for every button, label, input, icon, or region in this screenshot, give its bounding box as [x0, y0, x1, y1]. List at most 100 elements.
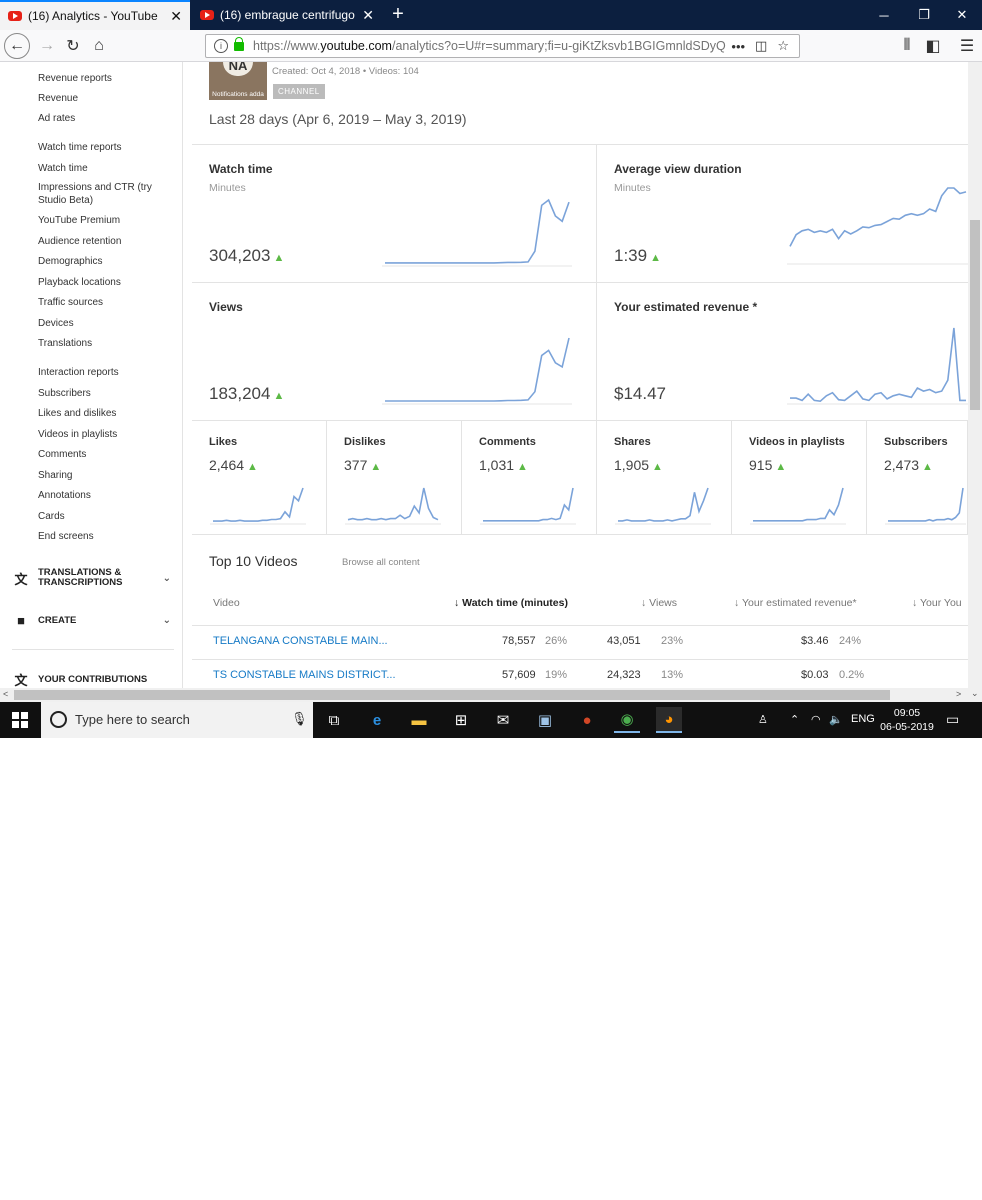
windows-start-icon[interactable]	[12, 712, 28, 728]
sidebar-item[interactable]: Devices	[38, 317, 168, 330]
mini-card-likes[interactable]: Likes 2,464 ▲	[192, 420, 327, 534]
mini-card-subscribers[interactable]: Subscribers 2,473 ▲	[867, 420, 968, 534]
app-icon[interactable]: ▣	[532, 707, 558, 733]
microphone-icon[interactable]: 🎙	[291, 711, 308, 727]
info-icon[interactable]: i	[214, 39, 228, 53]
url-bar[interactable]: i https://www.youtube.com/analytics?o=U#…	[205, 34, 800, 58]
notifications-icon[interactable]: ▭	[946, 711, 959, 728]
close-tab-icon[interactable]: ✕	[362, 7, 374, 24]
url-text[interactable]: https://www.youtube.com/analytics?o=U#r=…	[253, 39, 731, 53]
scroll-thumb[interactable]	[970, 220, 980, 410]
sidebar-section-contributions[interactable]: 文 YOUR CONTRIBUTIONS	[12, 671, 177, 688]
close-window-button[interactable]: ✕	[940, 0, 982, 30]
new-tab-button[interactable]: +	[388, 3, 408, 26]
browse-all-link[interactable]: Browse all content	[342, 557, 420, 568]
people-icon[interactable]: ♙	[758, 713, 768, 726]
tab-embrague[interactable]: (16) embrague centrifugo casero ✕	[192, 0, 382, 30]
chrome-icon[interactable]: ◉	[614, 707, 640, 733]
taskbar-search[interactable]: Type here to search 🎙	[41, 702, 313, 738]
card-avg-view-duration[interactable]: Average view duration Minutes 1:39 ▲	[597, 144, 968, 282]
sidebar-section-translations[interactable]: 文 TRANSLATIONS & TRANSCRIPTIONS ⌄	[12, 568, 177, 588]
volume-icon[interactable]: 🔈	[829, 713, 843, 726]
close-tab-icon[interactable]: ✕	[170, 8, 182, 25]
sidebar-item[interactable]: Audience retention	[38, 235, 168, 248]
sidebar-item[interactable]: YouTube Premium	[38, 214, 168, 227]
firefox-icon[interactable]: ◕	[656, 707, 682, 733]
library-icon[interactable]: ⫴	[894, 33, 920, 59]
card-views[interactable]: Views 183,204 ▲	[192, 282, 597, 420]
sidebar-item[interactable]: Comments	[38, 448, 168, 461]
page-actions-icon[interactable]: •••	[731, 39, 745, 54]
mini-card-label: Likes	[209, 436, 238, 448]
card-watch-time[interactable]: Watch time Minutes 304,203 ▲	[192, 144, 597, 282]
watch-time-cell: 57,609	[502, 669, 536, 681]
file-explorer-icon[interactable]: ▬	[406, 707, 432, 733]
column-more[interactable]: ↓ Your You	[912, 597, 962, 609]
taskbar-clock[interactable]: 09:05 06-05-2019	[880, 706, 934, 734]
tab-label: (16) embrague centrifugo casero	[220, 8, 356, 22]
sidebar-group-heading[interactable]: Revenue reports	[38, 72, 168, 85]
sidebar-item[interactable]: Likes and dislikes	[38, 407, 168, 420]
sidebar-item[interactable]: Playback locations	[38, 276, 168, 289]
sidebar-item[interactable]: Ad rates	[38, 112, 168, 125]
home-icon[interactable]: ⌂	[86, 33, 112, 59]
pocket-icon[interactable]: ◫	[755, 38, 767, 54]
card-title: Your estimated revenue *	[614, 300, 758, 314]
sidebar-item[interactable]: Sharing	[38, 469, 168, 482]
video-title-link[interactable]: TS CONSTABLE MAINS DISTRICT...	[213, 669, 396, 681]
scroll-right-icon[interactable]: >	[956, 689, 961, 699]
tab-analytics[interactable]: (16) Analytics - YouTube ✕	[0, 0, 190, 30]
sidebar-item[interactable]: Subscribers	[38, 387, 168, 400]
sidebar-item[interactable]: Cards	[38, 510, 168, 523]
chevron-down-icon[interactable]: ⌄	[163, 615, 171, 626]
sidebar-item[interactable]: Revenue	[38, 92, 168, 105]
mini-card-shares[interactable]: Shares 1,905 ▲	[597, 420, 732, 534]
sidebar-group-heading[interactable]: Watch time reports	[38, 141, 168, 154]
sidebar-item[interactable]: Videos in playlists	[38, 428, 168, 441]
column-watch-time[interactable]: ↓ Watch time (minutes)	[454, 597, 568, 609]
wifi-icon[interactable]: ◠	[811, 713, 821, 726]
column-views[interactable]: ↓ Views	[641, 597, 677, 609]
chevron-down-icon[interactable]: ⌄	[163, 573, 171, 584]
sparkline-series	[385, 337, 570, 402]
forward-button[interactable]: →	[34, 33, 60, 59]
sidebar-toggle-icon[interactable]: ◧	[920, 33, 946, 59]
sidebar-item[interactable]: End screens	[38, 530, 168, 543]
scroll-down-icon[interactable]: ⌄	[971, 688, 979, 699]
horizontal-scrollbar[interactable]: < >	[0, 688, 968, 702]
video-title-link[interactable]: TELANGANA CONSTABLE MAIN...	[213, 635, 388, 647]
reload-button[interactable]: ↻	[60, 33, 86, 59]
task-view-icon[interactable]: ⧉	[321, 707, 347, 733]
card-revenue[interactable]: Your estimated revenue * $14.47	[597, 282, 968, 420]
vertical-scrollbar[interactable]	[968, 62, 982, 688]
store-icon[interactable]: ⊞	[448, 707, 474, 733]
bookmark-star-icon[interactable]: ☆	[777, 38, 789, 54]
sidebar-item[interactable]: Annotations	[38, 489, 168, 502]
sidebar-group-heading[interactable]: Interaction reports	[38, 366, 168, 379]
mini-card-videos-in-playlists[interactable]: Videos in playlists 915 ▲	[732, 420, 867, 534]
mail-icon[interactable]: ✉	[490, 707, 516, 733]
scroll-left-icon[interactable]: <	[3, 689, 8, 699]
column-revenue[interactable]: ↓ Your estimated revenue*	[734, 597, 857, 609]
sidebar-item[interactable]: Translations	[38, 337, 168, 350]
column-video[interactable]: Video	[213, 597, 240, 609]
channel-avatar[interactable]: NA Notifications adda	[209, 62, 267, 100]
sidebar-item[interactable]: Demographics	[38, 255, 168, 268]
sidebar-item[interactable]: Impressions and CTR (try Studio Beta)	[38, 181, 168, 207]
minimize-button[interactable]: ─	[862, 0, 906, 30]
mini-card-comments[interactable]: Comments 1,031 ▲	[462, 420, 597, 534]
chevron-up-icon[interactable]: ⌃	[790, 713, 799, 726]
back-button[interactable]: ←	[4, 33, 30, 59]
sidebar-item[interactable]: Traffic sources	[38, 296, 168, 309]
mini-card-dislikes[interactable]: Dislikes 377 ▲	[327, 420, 462, 534]
sidebar-section-create[interactable]: ■ CREATE ⌄	[12, 612, 177, 628]
menu-icon[interactable]: ☰	[954, 33, 980, 59]
language-indicator[interactable]: ENG	[851, 713, 875, 725]
edge-icon[interactable]: e	[364, 707, 390, 733]
trend-up-icon: ▲	[775, 461, 787, 473]
powerpoint-icon[interactable]: ●	[574, 707, 600, 733]
sidebar-item[interactable]: Watch time	[38, 162, 168, 175]
scroll-thumb[interactable]	[14, 690, 890, 700]
analytics-main: NA Notifications adda Created: Oct 4, 20…	[192, 62, 968, 688]
card-title: Watch time	[209, 162, 273, 176]
